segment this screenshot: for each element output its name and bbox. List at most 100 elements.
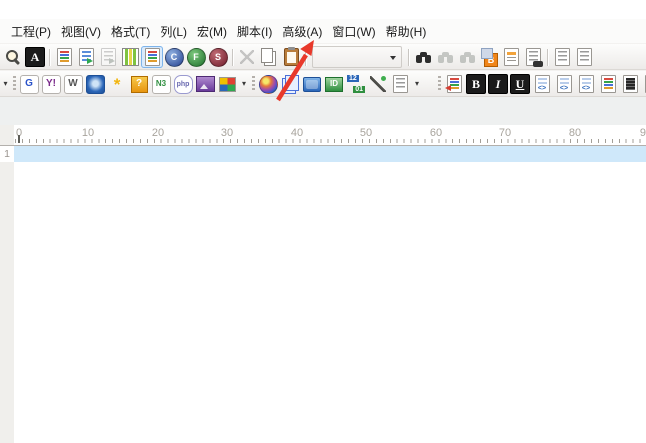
id-icon[interactable]: ID xyxy=(323,73,345,95)
menu-help[interactable]: 帮助(H) xyxy=(381,20,432,43)
marker-list-icon[interactable] xyxy=(443,73,465,95)
highlight-lines-icon[interactable] xyxy=(53,46,75,68)
sort-desc-icon[interactable] xyxy=(573,46,595,68)
pencil-icon xyxy=(27,106,44,121)
separator xyxy=(229,46,236,68)
bold-icon[interactable]: B xyxy=(465,73,487,95)
icon-glyph: A xyxy=(25,47,45,67)
menu-project[interactable]: 工程(P) xyxy=(6,20,56,43)
google-icon[interactable]: G xyxy=(18,73,40,95)
globe-c-icon[interactable]: C xyxy=(163,46,185,68)
globe-f-icon[interactable]: F xyxy=(185,46,207,68)
help-search-icon[interactable]: ? xyxy=(128,73,150,95)
icon-glyph xyxy=(557,75,572,93)
copy-icon[interactable] xyxy=(258,46,280,68)
menu-format[interactable]: 格式(T) xyxy=(106,20,155,43)
tab-close-icon[interactable]: × xyxy=(91,106,99,121)
menu-item-label: 格式(T) xyxy=(111,25,150,39)
toolbar-grip[interactable] xyxy=(11,73,18,95)
screen-preview-icon[interactable] xyxy=(301,73,323,95)
sparkle-icon[interactable]: * xyxy=(106,73,128,95)
ruler-number: 30 xyxy=(219,127,235,139)
menu-item-label: 工程(P) xyxy=(11,25,51,39)
icon-glyph xyxy=(303,77,321,92)
wikipedia-icon[interactable]: W xyxy=(62,73,84,95)
font-combo[interactable] xyxy=(312,46,402,68)
menu-item-label: 高级(A) xyxy=(282,25,322,39)
icon-glyph xyxy=(284,48,299,66)
column-mode-icon[interactable] xyxy=(119,46,141,68)
numbered-pages-icon[interactable] xyxy=(279,73,301,95)
toolbar-more-button[interactable]: ▾ xyxy=(238,73,250,95)
color-squares-icon[interactable] xyxy=(216,73,238,95)
date-convert-icon[interactable]: 1201 xyxy=(345,73,367,95)
find-in-files-icon[interactable] xyxy=(522,46,544,68)
active-line-highlight[interactable] xyxy=(14,146,646,162)
icon-glyph-2: 01 xyxy=(353,86,365,93)
replace-icon[interactable]: B xyxy=(478,46,500,68)
font-style-icon[interactable]: A xyxy=(24,46,46,68)
icon-glyph: N3 xyxy=(152,75,171,94)
icon-glyph: S xyxy=(209,48,228,67)
line-number-gutter: 1 xyxy=(0,146,14,443)
image-search-icon[interactable] xyxy=(194,73,216,95)
outline-view-icon[interactable] xyxy=(141,46,163,68)
menu-column[interactable]: 列(L) xyxy=(155,20,192,43)
dark-theme-icon[interactable] xyxy=(619,73,641,95)
php-icon[interactable]: php xyxy=(172,73,194,95)
menu-item-label: 脚本(I) xyxy=(237,25,272,39)
highlight-search-icon[interactable] xyxy=(500,46,522,68)
color-sphere-icon[interactable] xyxy=(257,73,279,95)
icon-glyph xyxy=(526,48,541,66)
ruler-numbers: 0102030405060708090 xyxy=(0,125,646,145)
code-page-icon[interactable] xyxy=(641,73,646,95)
text-edit-area[interactable]: 1 xyxy=(0,146,646,443)
icon-glyph: G xyxy=(20,75,39,94)
italic-icon[interactable]: I xyxy=(487,73,509,95)
separator xyxy=(46,46,53,68)
paste-icon[interactable] xyxy=(280,46,302,68)
menu-advanced[interactable]: 高级(A) xyxy=(277,20,327,43)
find-prev-icon[interactable] xyxy=(456,46,478,68)
toolbar-overflow-button[interactable]: ▾ xyxy=(0,73,11,95)
find-next-icon[interactable] xyxy=(434,46,456,68)
signature-doc-icon[interactable] xyxy=(389,73,411,95)
menu-macro[interactable]: 宏(M) xyxy=(192,20,232,43)
menu-item-label: 视图(V) xyxy=(61,25,101,39)
ruler-number: 90 xyxy=(638,127,646,139)
menu-item-label: 列(L) xyxy=(160,25,187,39)
yahoo-icon[interactable]: Y! xyxy=(40,73,62,95)
syntax-colors-icon[interactable] xyxy=(597,73,619,95)
menu-script[interactable]: 脚本(I) xyxy=(232,20,277,43)
sort-asc-icon[interactable] xyxy=(551,46,573,68)
icon-glyph: I xyxy=(488,74,508,94)
toolbar-grip[interactable] xyxy=(250,73,257,95)
menu-bar: 工程(P) 视图(V) 格式(T) 列(L) 宏(M) 脚本(I) 高级(A) 窗口(W)帮助… xyxy=(0,19,646,43)
icon-glyph xyxy=(57,48,72,66)
menu-view[interactable]: 视图(V) xyxy=(56,20,106,43)
print-layout-icon[interactable] xyxy=(97,46,119,68)
icon-glyph: B xyxy=(484,53,498,67)
zoom-search-icon[interactable] xyxy=(2,46,24,68)
icon-glyph xyxy=(261,48,273,63)
icon-glyph xyxy=(196,76,215,92)
globe-s-icon[interactable]: S xyxy=(207,46,229,68)
underline-icon[interactable]: U xyxy=(509,73,531,95)
wrap-lines-icon[interactable] xyxy=(75,46,97,68)
code-doc-icon-1[interactable] xyxy=(531,73,553,95)
magic-wand-icon[interactable] xyxy=(367,73,389,95)
msn-icon[interactable] xyxy=(84,73,106,95)
icon-glyph xyxy=(438,52,453,63)
n3-icon[interactable]: N3 xyxy=(150,73,172,95)
cut-icon[interactable] xyxy=(236,46,258,68)
icon-glyph xyxy=(447,75,462,93)
toolbar-grip[interactable] xyxy=(436,73,443,95)
code-doc-icon-2[interactable] xyxy=(553,73,575,95)
code-doc-icon-3[interactable] xyxy=(575,73,597,95)
find-icon[interactable] xyxy=(412,46,434,68)
icon-glyph xyxy=(101,48,116,66)
menu-window[interactable]: 窗口(W) xyxy=(327,20,380,43)
toolbar-more-button-2[interactable]: ▾ xyxy=(411,73,423,95)
icon-glyph: W xyxy=(64,75,83,94)
icon-glyph xyxy=(145,48,160,66)
